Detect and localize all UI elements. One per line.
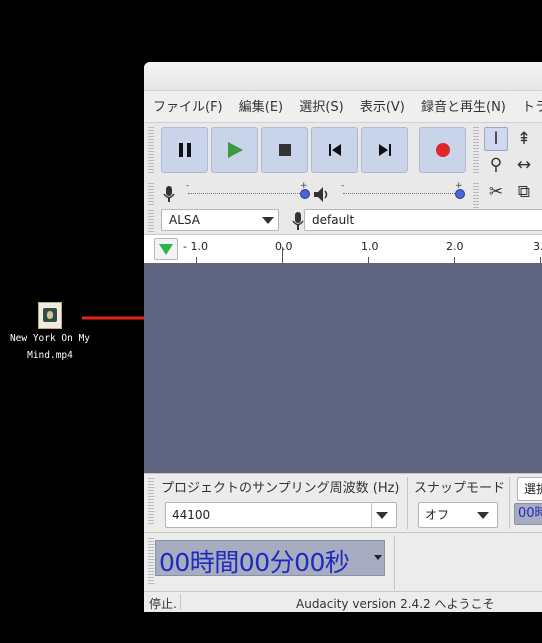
chevron-down-icon: [262, 217, 274, 224]
toolbar-separator: [407, 477, 408, 529]
device-grip[interactable]: [148, 210, 154, 232]
pause-button[interactable]: [161, 127, 208, 173]
project-rate-value: 44100: [172, 508, 211, 522]
menu-transport[interactable]: 録音と再生(N): [421, 100, 506, 115]
dropdown-divider: [371, 503, 372, 527]
menu-view[interactable]: 表示(V): [360, 100, 405, 115]
playback-volume-slider[interactable]: [343, 193, 461, 195]
input-device-value: default: [312, 213, 355, 227]
playback-volume-knob[interactable]: [455, 189, 465, 199]
skip-to-end-icon: [378, 144, 391, 156]
menu-tracks[interactable]: トラ: [522, 100, 542, 115]
status-bar: 停止. Audacity version 2.4.2 へようこそ: [144, 591, 542, 612]
meter-row: - + - +: [144, 181, 484, 207]
video-file-icon: [38, 302, 62, 329]
project-rate-dropdown[interactable]: 44100: [165, 502, 397, 528]
audio-host-value: ALSA: [169, 213, 200, 227]
snap-mode-value: オフ: [425, 508, 450, 522]
skip-to-start-icon: [328, 144, 341, 156]
speaker-icon: [314, 187, 328, 202]
stop-icon: [278, 144, 291, 156]
ruler-tick: [282, 247, 283, 263]
file-name-line1: New York On My: [9, 333, 91, 344]
snap-mode-dropdown[interactable]: オフ: [418, 502, 498, 528]
zoom-tool-icon[interactable]: ⚲: [484, 153, 508, 177]
stop-button[interactable]: [261, 127, 308, 173]
copy-icon[interactable]: ⧉: [512, 180, 536, 204]
envelope-tool-icon[interactable]: ⇞: [512, 127, 536, 151]
timeshift-tool-icon[interactable]: ↔: [512, 153, 536, 177]
playback-volume-min: -: [341, 181, 345, 191]
time-display-value: 00時間00分00秒: [159, 548, 350, 577]
track-area[interactable]: [144, 263, 542, 473]
device-toolbar: ALSA default: [144, 207, 542, 235]
record-volume-min: -: [186, 181, 190, 191]
selection-grip[interactable]: [148, 478, 154, 524]
ruler-label-2: 2.0: [446, 240, 464, 253]
audacity-window: ファイル(F) 編集(E) 選択(S) 表示(V) 録音と再生(N) トラ I …: [144, 62, 542, 612]
selection-mode-dropdown[interactable]: 選択: [517, 477, 542, 501]
ruler-label-neg1: - 1.0: [183, 240, 208, 253]
menu-select[interactable]: 選択(S): [299, 100, 343, 115]
toolbar-separator: [509, 477, 510, 529]
timeline-ruler[interactable]: - 1.0 0.0 1.0 2.0 3.: [144, 234, 542, 264]
play-icon: [227, 142, 243, 158]
selection-start-value: 00時: [518, 506, 542, 521]
selection-toolbar: プロジェクトのサンプリング周波数 (Hz) 44100 スナップモード オフ 選…: [144, 473, 542, 592]
selection-mode-label: 選択: [524, 482, 542, 496]
meter-grip[interactable]: [148, 183, 154, 205]
file-name-line2: Mind.mp4: [27, 350, 73, 361]
toolbar-area: I ⇞ ⚲ ↔ - + - + ✂ ⧉ ALSA default: [144, 122, 542, 235]
project-rate-label: プロジェクトのサンプリング周波数 (Hz): [161, 481, 400, 496]
skip-to-start-button[interactable]: [311, 127, 358, 173]
chevron-down-icon: [374, 555, 382, 560]
menu-edit[interactable]: 編集(E): [239, 100, 283, 115]
ruler-label-0: 0.0: [275, 240, 293, 253]
play-button[interactable]: [211, 127, 258, 173]
ruler-label-1: 1.0: [361, 240, 379, 253]
status-separator: [180, 594, 181, 610]
play-head-button[interactable]: [154, 238, 178, 260]
pause-icon: [178, 143, 191, 157]
record-icon: [435, 143, 450, 157]
selection-tool-icon[interactable]: I: [484, 127, 508, 151]
selection-start-time[interactable]: 00時: [514, 503, 542, 525]
microphone-icon: [163, 186, 175, 202]
toolbar-grip[interactable]: [148, 127, 154, 173]
status-welcome: Audacity version 2.4.2 へようこそ: [296, 597, 495, 611]
skip-to-end-button[interactable]: [361, 127, 408, 173]
window-titlebar[interactable]: [144, 62, 542, 91]
ruler-label-3: 3.: [533, 240, 542, 253]
menu-bar: ファイル(F) 編集(E) 選択(S) 表示(V) 録音と再生(N) トラ: [153, 96, 542, 115]
status-state: 停止.: [149, 597, 177, 611]
chevron-down-icon: [376, 512, 388, 519]
input-device-dropdown[interactable]: default: [304, 209, 542, 231]
time-grip[interactable]: [148, 538, 154, 584]
record-volume-knob[interactable]: [300, 189, 310, 199]
row-separator: [144, 532, 542, 533]
toolbar-separator: [394, 536, 395, 590]
time-display[interactable]: 00時間00分00秒: [155, 540, 385, 577]
cut-icon[interactable]: ✂: [484, 180, 508, 204]
tools-grip[interactable]: [473, 127, 479, 173]
record-button[interactable]: [419, 127, 466, 173]
menu-file[interactable]: ファイル(F): [153, 100, 223, 115]
microphone-icon: [292, 212, 304, 230]
record-volume-slider[interactable]: [188, 193, 306, 195]
snap-mode-label: スナップモード: [414, 481, 506, 496]
chevron-down-icon: [477, 512, 489, 519]
audio-host-dropdown[interactable]: ALSA: [161, 209, 279, 231]
